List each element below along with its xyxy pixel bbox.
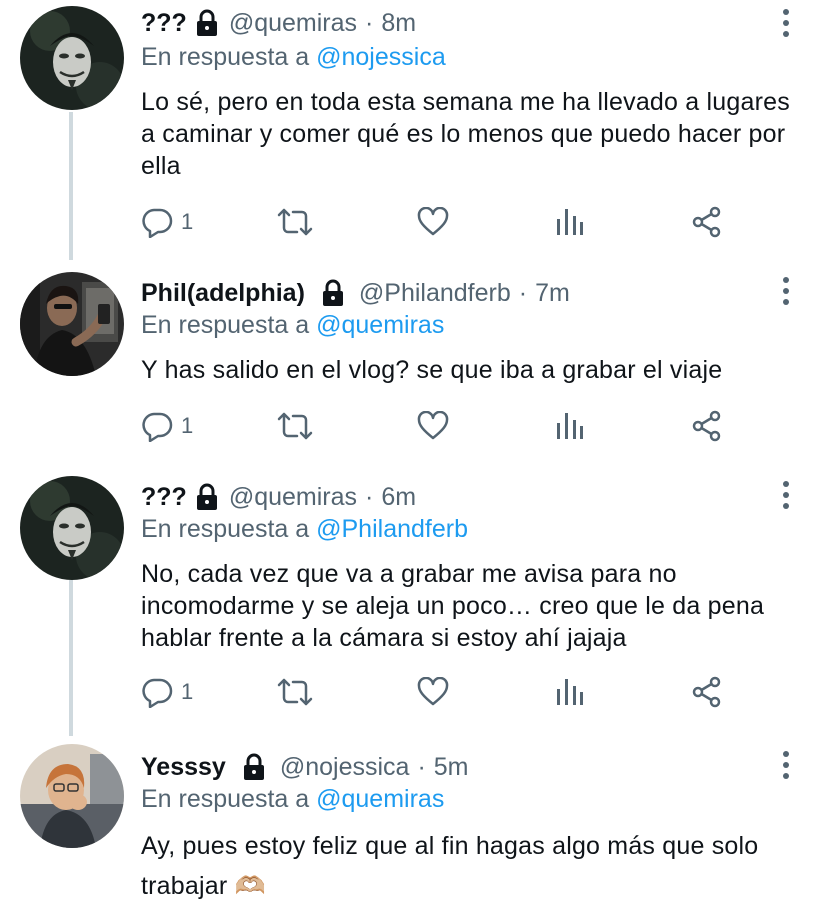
lock-icon [243,753,264,780]
separator-dot: · [365,9,374,37]
lock-icon [322,279,343,306]
share-icon [692,410,721,442]
reply-button[interactable]: 1 [141,406,193,446]
reply-count: 1 [181,679,194,704]
like-button[interactable] [417,202,449,242]
timestamp[interactable]: 7m [535,278,570,308]
retweet-button[interactable] [277,672,313,712]
display-name[interactable]: ??? [141,482,187,512]
separator-dot: · [417,753,426,781]
reply-count: 1 [181,209,194,234]
user-handle[interactable]: @quemiras [229,8,357,38]
avatar[interactable] [20,6,124,110]
reply-icon [142,208,173,238]
reply-count: 1 [181,413,194,438]
tweet-text: Lo sé, pero en toda esta semana me ha ll… [141,88,790,180]
heart-icon [417,411,449,440]
reply-context: En respuesta a @quemiras [141,784,444,814]
more-options-icon[interactable] [776,276,796,306]
photo-avatar-image [20,744,124,848]
reply-button[interactable]: 1 [141,672,193,712]
retweet-button[interactable] [277,202,313,242]
heart-icon [417,207,449,236]
user-handle[interactable]: @nojessica [280,752,410,782]
analytics-button[interactable] [555,202,585,242]
user-handle[interactable]: @quemiras [229,482,357,512]
tweet-text: Y has salido en el vlog? se que iba a gr… [141,356,723,384]
reply-mention[interactable]: @quemiras [316,785,444,813]
share-button[interactable] [691,406,723,446]
reply-prefix: En respuesta a [141,311,310,339]
heart-icon [417,677,449,706]
tweet[interactable]: Yesssy @nojessica · 5m En respuesta a @q… [0,736,828,913]
analytics-icon [557,209,583,235]
more-options-icon[interactable] [776,8,796,38]
display-name[interactable]: ??? [141,8,187,38]
mask-avatar-image [20,6,124,110]
more-options-icon[interactable] [776,750,796,780]
reply-prefix: En respuesta a [141,43,310,71]
timestamp[interactable]: 5m [434,752,469,782]
retweet-icon [277,678,313,706]
retweet-icon [277,208,313,236]
analytics-icon [557,413,583,439]
like-button[interactable] [417,406,449,446]
lock-icon [196,9,217,36]
timestamp[interactable]: 8m [381,8,416,38]
retweet-icon [277,412,313,440]
lock-icon [196,483,217,510]
share-icon [692,206,721,238]
avatar[interactable] [20,476,124,580]
mask-avatar-image [20,476,124,580]
tweet[interactable]: ??? @quemiras · 8m En respuesta a @nojes… [0,0,828,260]
share-button[interactable] [691,672,723,712]
like-button[interactable] [417,672,449,712]
separator-dot: · [365,483,374,511]
reply-mention[interactable]: @Philandferb [316,515,468,543]
more-options-icon[interactable] [776,480,796,510]
analytics-button[interactable] [555,672,585,712]
analytics-button[interactable] [555,406,585,446]
tweet[interactable]: ??? @quemiras · 6m En respuesta a @Phila… [0,470,828,736]
avatar[interactable] [20,744,124,848]
reply-context: En respuesta a @quemiras [141,310,444,340]
reply-mention[interactable]: @quemiras [316,311,444,339]
tweet-text: No, cada vez que va a grabar me avisa pa… [141,560,765,652]
share-button[interactable] [691,202,723,242]
action-bar: 1 [141,406,801,446]
tweet[interactable]: Phil(adelphia) @Philandferb · 7m En resp… [0,260,828,470]
separator-dot: · [518,279,528,307]
timestamp[interactable]: 6m [381,482,416,512]
analytics-icon [557,679,583,705]
reply-context: En respuesta a @Philandferb [141,514,468,544]
display-name[interactable]: Phil(adelphia) [141,278,305,308]
selfie-avatar-image [20,272,124,376]
action-bar: 1 [141,202,801,242]
display-name[interactable]: Yesssy [141,752,226,782]
reply-prefix: En respuesta a [141,515,310,543]
reply-context: En respuesta a @nojessica [141,42,446,72]
share-icon [692,676,721,708]
retweet-button[interactable] [277,406,313,446]
reply-button[interactable]: 1 [141,202,193,242]
user-handle[interactable]: @Philandferb [359,278,511,308]
action-bar: 1 [141,672,801,712]
reply-icon [142,678,173,708]
reply-mention[interactable]: @nojessica [316,43,446,71]
reply-icon [142,412,173,442]
reply-prefix: En respuesta a [141,785,310,813]
tweet-text: Ay, pues estoy feliz que al fin hagas al… [141,832,759,900]
avatar[interactable] [20,272,124,376]
